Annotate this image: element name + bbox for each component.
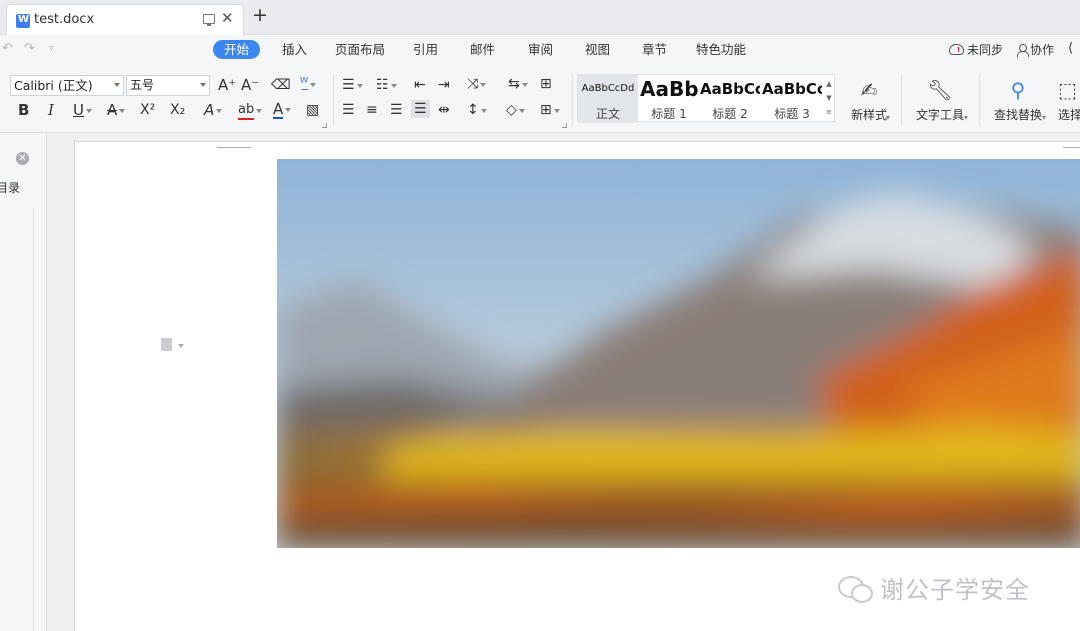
font-name-select[interactable]: Calibri (正文) (10, 75, 124, 96)
text-effect-icon[interactable]: A (204, 102, 223, 118)
chevron-down-icon (114, 83, 120, 87)
chevron-down-icon[interactable]: ▾ (886, 110, 890, 126)
highlight-icon[interactable]: ab (238, 102, 263, 120)
menu-page-layout[interactable]: 页面布局 (335, 40, 385, 59)
text-direction-icon[interactable]: ⤨ (467, 76, 487, 92)
tab-bar: test.docx ✕ + (0, 0, 1080, 35)
document-tab[interactable]: test.docx ✕ (6, 4, 244, 35)
wps-writer-window: test.docx ✕ + ↶ ↷ ▿ 开始 插入 页面布局 引用 邮件 审阅 … (0, 0, 1080, 631)
align-left-icon[interactable]: ☰ (342, 102, 355, 118)
decrease-indent-icon[interactable]: ⇤ (414, 77, 426, 93)
show-marks-icon[interactable]: ⊞ (540, 76, 552, 92)
style-heading-3[interactable]: AaBbCc 标题 3 (762, 75, 822, 123)
menu-review[interactable]: 审阅 (528, 40, 553, 59)
undo-icon[interactable]: ↶ (2, 41, 13, 56)
select-button[interactable]: ⬚ 选择 (1058, 78, 1080, 123)
ribbon-separator (901, 74, 902, 126)
font-color-icon[interactable]: A (273, 101, 292, 119)
strikethrough-icon[interactable]: A (107, 102, 126, 118)
numbered-list-icon[interactable]: ☷ (376, 77, 396, 93)
line-spacing-icon[interactable]: ↕ (467, 102, 487, 118)
shading-icon[interactable]: ◇ (506, 102, 525, 118)
close-tab-icon[interactable]: ✕ (221, 9, 234, 27)
gallery-scroll[interactable]: ▲ ▼ ≡ (824, 77, 834, 119)
borders-icon[interactable]: ⊞ (540, 102, 560, 118)
toc-tab[interactable]: 目录 (0, 179, 20, 196)
word-doc-icon (16, 14, 30, 28)
wrench-icon: 🔧︎ (927, 78, 953, 102)
chevron-down-icon[interactable]: ▾ (1042, 110, 1046, 126)
sort-icon[interactable]: ⇆ (508, 76, 528, 92)
menu-view[interactable]: 视图 (585, 40, 610, 59)
italic-icon[interactable]: I (48, 102, 54, 118)
wechat-icon (838, 576, 873, 603)
menu-insert[interactable]: 插入 (282, 40, 307, 59)
redo-icon[interactable]: ↷ (24, 41, 35, 56)
font-dialog-launcher[interactable] (322, 123, 327, 128)
subscript-icon[interactable]: X₂ (170, 102, 185, 118)
document-tab-title: test.docx (34, 12, 95, 27)
superscript-icon[interactable]: X² (140, 102, 155, 118)
text-tools-button[interactable]: 🔧︎ 文字工具 (912, 78, 968, 123)
increase-indent-icon[interactable]: ⇥ (438, 77, 450, 93)
style-normal[interactable]: AaBbCcDd 正文 (578, 75, 638, 123)
share-icon[interactable]: ⟨ (1068, 41, 1073, 56)
paste-options-icon[interactable] (161, 338, 184, 351)
underline-icon[interactable]: U (73, 102, 92, 118)
watermark: 谢公子学安全 (838, 570, 1030, 605)
style-heading-1[interactable]: AaBb 标题 1 (640, 75, 698, 123)
menu-chapter[interactable]: 章节 (642, 40, 667, 59)
margin-corner-mark (1063, 147, 1080, 148)
menu-bar: ↶ ↷ ▿ 开始 插入 页面布局 引用 邮件 审阅 视图 章节 特色功能 未同步… (0, 35, 1080, 64)
new-tab-button[interactable]: + (252, 4, 268, 26)
inserted-image[interactable] (277, 159, 1080, 548)
sync-status-button[interactable]: 未同步 (949, 41, 1003, 58)
ribbon-separator (572, 74, 573, 126)
paragraph-dialog-launcher[interactable] (562, 123, 567, 128)
margin-corner-mark (217, 147, 251, 148)
menu-start[interactable]: 开始 (213, 40, 261, 59)
ribbon-separator (333, 74, 334, 126)
pane-divider (33, 207, 34, 631)
justify-icon[interactable]: ☰ (411, 100, 430, 118)
menu-mailings[interactable]: 邮件 (470, 40, 495, 59)
shrink-font-icon[interactable]: A⁻ (241, 77, 259, 93)
chevron-down-icon[interactable]: ▾ (964, 110, 968, 126)
bullet-list-icon[interactable]: ☰ (342, 77, 362, 93)
phonetic-guide-icon[interactable]: ᵂ̲ (300, 76, 317, 92)
style-gallery: AaBbCcDd 正文 AaBb 标题 1 AaBbCc 标题 2 AaBbCc… (577, 74, 835, 123)
close-pane-icon[interactable]: ✕ (16, 152, 29, 165)
collab-icon (1017, 44, 1029, 57)
distributed-icon[interactable]: ⇹ (438, 102, 450, 118)
ribbon-separator (979, 74, 980, 126)
chevron-down-icon (200, 83, 206, 87)
align-right-icon[interactable]: ☰ (390, 102, 403, 118)
style-heading-2[interactable]: AaBbCc 标题 2 (700, 75, 760, 123)
font-size-select[interactable]: 五号 (126, 75, 210, 96)
cloud-sync-icon (949, 44, 964, 55)
find-replace-button[interactable]: ⚲ 查找替换 (990, 78, 1046, 123)
grow-font-icon[interactable]: A⁺ (218, 77, 236, 93)
menu-references[interactable]: 引用 (413, 40, 438, 59)
search-icon: ⚲ (1010, 78, 1026, 102)
document-page[interactable] (74, 141, 1080, 631)
select-icon: ⬚ (1058, 78, 1077, 102)
align-center-icon[interactable]: ≡ (366, 102, 378, 118)
ribbon-toolbar: Calibri (正文) 五号 A⁺ A⁻ ⌫ ᵂ̲ B I U A X² X₂… (0, 64, 1080, 133)
collab-button[interactable]: 协作 (1017, 41, 1054, 58)
new-style-icon: ✍ (860, 78, 878, 102)
navigation-pane: ✕ 目录 (0, 133, 47, 631)
window-mode-icon[interactable] (203, 14, 215, 26)
character-border-icon[interactable]: ▧ (306, 102, 319, 118)
bold-icon[interactable]: B (18, 102, 29, 118)
menu-special-features[interactable]: 特色功能 (696, 40, 746, 59)
customize-icon[interactable]: ▿ (49, 43, 54, 54)
clear-format-icon[interactable]: ⌫ (271, 77, 291, 93)
document-canvas[interactable] (48, 133, 1080, 631)
